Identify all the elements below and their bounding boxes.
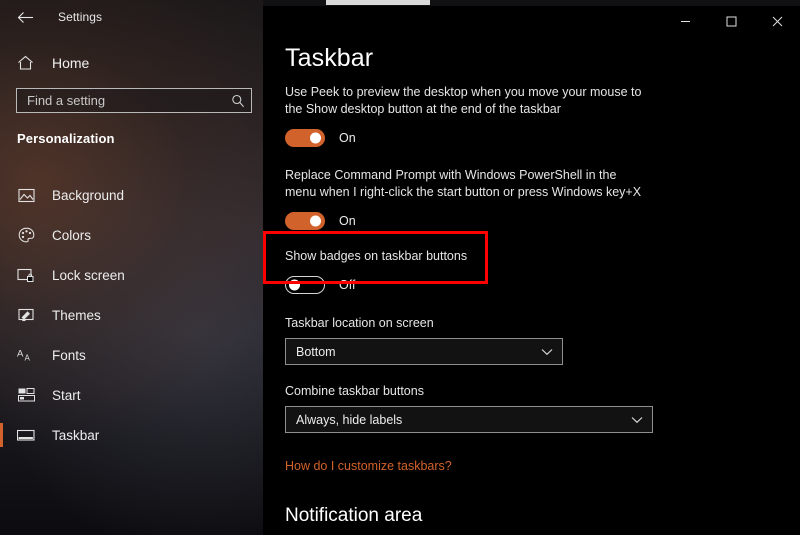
lock-screen-icon <box>14 268 38 283</box>
back-arrow-icon <box>17 11 33 23</box>
settings-window: Taskbar Use Peek to preview the desktop … <box>0 0 800 535</box>
search-icon[interactable] <box>225 94 251 108</box>
home-icon <box>14 55 36 71</box>
badges-toggle[interactable] <box>285 276 325 294</box>
sidebar-item-label: Taskbar <box>52 427 100 443</box>
back-button[interactable] <box>6 2 44 32</box>
sidebar-item-start[interactable]: Start <box>0 375 263 415</box>
toggle-knob <box>289 279 300 291</box>
sidebar-item-label: Fonts <box>52 347 86 363</box>
svg-text:A: A <box>17 349 24 360</box>
sidebar-titlebar: Settings <box>0 0 263 34</box>
home-label: Home <box>52 55 90 71</box>
peek-toggle[interactable] <box>285 129 325 147</box>
toggle-row-powershell: On <box>285 212 685 230</box>
sidebar-item-colors[interactable]: Colors <box>0 215 263 255</box>
svg-text:A: A <box>24 354 30 363</box>
powershell-toggle-state: On <box>339 214 356 228</box>
selection-accent-bar <box>0 263 3 287</box>
toggle-knob <box>310 215 321 227</box>
setting-description: Use Peek to preview the desktop when you… <box>285 85 642 116</box>
minimize-icon <box>680 20 690 22</box>
taskbar-location-dropdown[interactable]: Bottom <box>285 338 563 365</box>
setting-description: Show badges on taskbar buttons <box>285 249 468 263</box>
taskbar-location-label: Taskbar location on screen <box>285 316 434 330</box>
selection-accent-bar <box>0 383 3 407</box>
fonts-icon: A A <box>14 347 38 363</box>
start-grid-icon <box>14 388 38 402</box>
setting-peek: Use Peek to preview the desktop when you… <box>285 84 685 147</box>
sidebar-item-label: Background <box>52 187 125 203</box>
selection-accent-bar <box>0 423 3 447</box>
taskbar-icon <box>14 429 38 442</box>
search-box[interactable] <box>16 88 252 113</box>
palette-icon <box>14 227 38 243</box>
notification-area-section: Notification area <box>285 505 685 527</box>
picture-icon <box>14 188 38 203</box>
sidebar-item-label: Themes <box>52 307 101 323</box>
chevron-down-icon <box>541 348 562 356</box>
notification-area-title: Notification area <box>285 505 423 526</box>
selection-accent-bar <box>0 343 3 367</box>
page-title: Taskbar <box>285 44 374 72</box>
setting-description: Replace Command Prompt with Windows Powe… <box>285 168 642 199</box>
toggle-row-badges: Off <box>285 276 685 294</box>
brush-icon <box>14 308 38 323</box>
chevron-down-icon <box>631 416 652 424</box>
sidebar-item-fonts[interactable]: A A Fonts <box>0 335 263 375</box>
sidebar-item-themes[interactable]: Themes <box>0 295 263 335</box>
combine-buttons-dropdown[interactable]: Always, hide labels <box>285 406 653 433</box>
maximize-button[interactable] <box>708 6 754 36</box>
sidebar-section-title: Personalization <box>17 131 115 146</box>
close-button[interactable] <box>754 6 800 36</box>
powershell-toggle[interactable] <box>285 212 325 230</box>
sidebar: Settings Home Personalization <box>0 0 263 535</box>
toggle-row-peek: On <box>285 129 685 147</box>
settings-list: Use Peek to preview the desktop when you… <box>285 84 685 535</box>
main-content-pane: Taskbar Use Peek to preview the desktop … <box>263 0 800 535</box>
customize-taskbars-link[interactable]: How do I customize taskbars? <box>285 459 452 473</box>
close-icon <box>772 16 782 26</box>
peek-toggle-state: On <box>339 131 356 145</box>
background-window-strip <box>326 0 430 5</box>
sidebar-item-taskbar[interactable]: Taskbar <box>0 415 263 455</box>
field-combine-buttons: Combine taskbar buttons Always, hide lab… <box>285 384 685 433</box>
sidebar-item-background[interactable]: Background <box>0 175 263 215</box>
combine-buttons-value: Always, hide labels <box>296 412 403 427</box>
app-title: Settings <box>58 10 103 24</box>
selection-accent-bar <box>0 303 3 327</box>
help-link-wrap: How do I customize taskbars? <box>285 457 685 475</box>
sidebar-item-label: Start <box>52 387 81 403</box>
badges-toggle-state: Off <box>339 278 356 292</box>
sidebar-nav: Background Colors Lock screen Themes A A… <box>0 175 263 455</box>
setting-badges: Show badges on taskbar buttons Off <box>285 248 685 294</box>
setting-powershell: Replace Command Prompt with Windows Powe… <box>285 167 685 230</box>
minimize-button[interactable] <box>662 6 708 36</box>
sidebar-item-label: Lock screen <box>52 267 125 283</box>
combine-buttons-label: Combine taskbar buttons <box>285 384 424 398</box>
selection-accent-bar <box>0 223 3 247</box>
taskbar-location-value: Bottom <box>296 344 336 359</box>
maximize-icon <box>726 16 736 26</box>
window-controls <box>662 6 800 36</box>
field-taskbar-location: Taskbar location on screen Bottom <box>285 316 685 365</box>
toggle-knob <box>310 132 321 144</box>
sidebar-item-lock-screen[interactable]: Lock screen <box>0 255 263 295</box>
sidebar-item-home[interactable]: Home <box>0 50 263 76</box>
selection-accent-bar <box>0 183 3 207</box>
sidebar-item-label: Colors <box>52 227 92 243</box>
search-input[interactable] <box>17 93 225 108</box>
